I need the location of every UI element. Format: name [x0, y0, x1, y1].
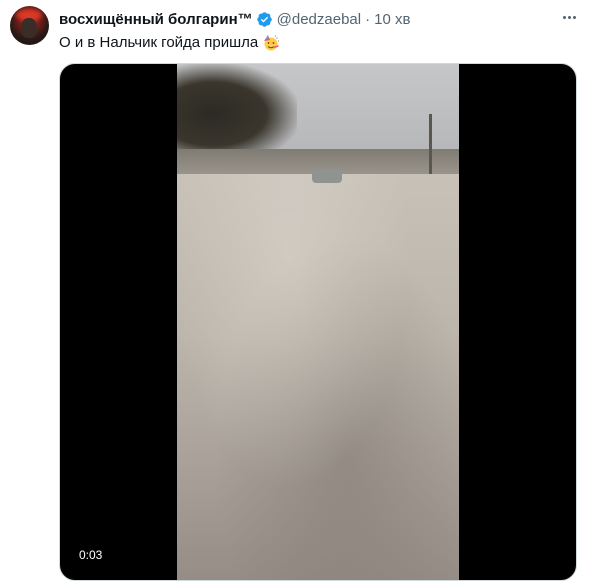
verified-badge-icon — [256, 11, 272, 27]
video-duration: 0:03 — [75, 546, 107, 564]
more-options-icon[interactable] — [563, 16, 576, 19]
video-pole — [429, 114, 432, 174]
video-floodwater — [177, 174, 459, 580]
display-name[interactable]: восхищённый болгарин™ — [59, 11, 253, 28]
avatar[interactable] — [10, 6, 49, 45]
separator-dot: · — [365, 10, 371, 28]
avatar-figure — [21, 18, 37, 38]
video-car — [312, 169, 342, 183]
tweet-header: восхищённый болгарин™ @dedzaebal · 10 хв — [59, 9, 586, 29]
party-face-emoji-icon — [264, 35, 280, 51]
video-frame — [177, 64, 459, 580]
tweet-text: О и в Нальчик гойда пришла — [59, 33, 280, 53]
tweet[interactable]: восхищённый болгарин™ @dedzaebal · 10 хв… — [0, 0, 596, 587]
tweet-timestamp[interactable]: 10 хв — [374, 11, 410, 28]
user-handle[interactable]: @dedzaebal — [277, 11, 361, 28]
video-player[interactable]: 0:03 — [59, 63, 577, 581]
tweet-text-content: О и в Нальчик гойда пришла — [59, 34, 259, 51]
